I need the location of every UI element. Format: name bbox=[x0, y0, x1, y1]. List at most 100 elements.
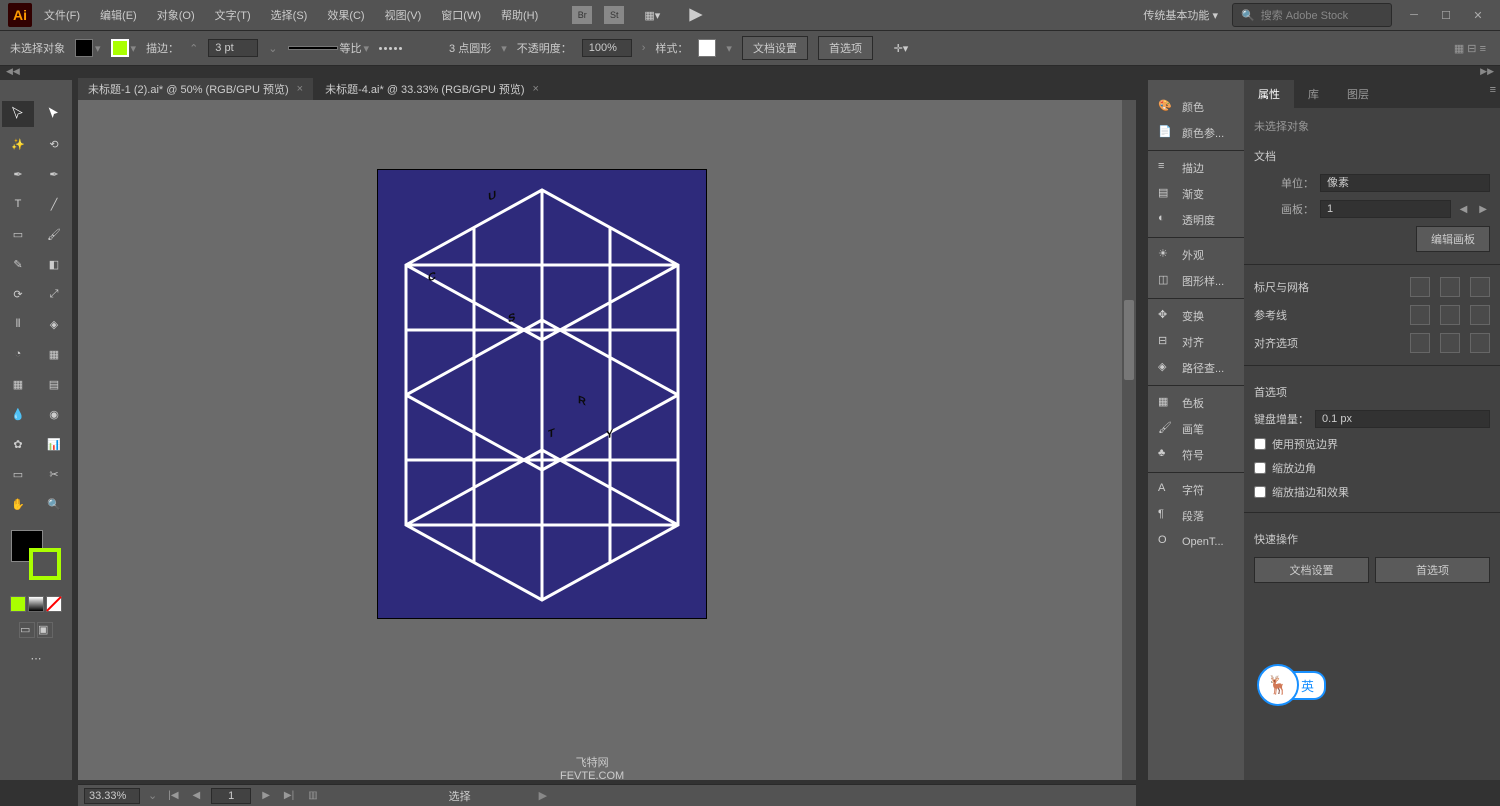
zoom-tool[interactable]: 🔍 bbox=[38, 491, 70, 517]
scale-strokes-checkbox[interactable]: 缩放描边和效果 bbox=[1254, 484, 1490, 500]
arrange-icon[interactable]: ▦▾ bbox=[636, 2, 668, 28]
magic-wand-tool[interactable]: ✨ bbox=[2, 131, 34, 157]
symbol-sprayer-tool[interactable]: ✿ bbox=[2, 431, 34, 457]
panel-pathf[interactable]: ◈路径查... bbox=[1148, 355, 1244, 381]
perspective-tool[interactable]: ▦ bbox=[38, 341, 70, 367]
menu-select[interactable]: 选择(S) bbox=[263, 3, 316, 27]
tab-properties[interactable]: 属性 bbox=[1244, 80, 1294, 108]
line-tool[interactable]: ╱ bbox=[38, 191, 70, 217]
gradient-tool[interactable]: ▤ bbox=[38, 371, 70, 397]
smart-guides-icon[interactable] bbox=[1440, 305, 1460, 325]
panel-sun[interactable]: ☀外观 bbox=[1148, 242, 1244, 268]
lock-guides-icon[interactable] bbox=[1470, 305, 1490, 325]
maximize-button[interactable]: ☐ bbox=[1432, 6, 1460, 24]
type-tool[interactable]: T bbox=[2, 191, 34, 217]
free-transform-tool[interactable]: ◈ bbox=[38, 311, 70, 337]
panel-swatch[interactable]: ▦色板 bbox=[1148, 390, 1244, 416]
menu-effect[interactable]: 效果(C) bbox=[319, 3, 372, 27]
close-button[interactable]: ✕ bbox=[1464, 6, 1492, 24]
panel-brush[interactable]: 🖌画笔 bbox=[1148, 416, 1244, 442]
eraser-tool[interactable]: ◧ bbox=[38, 251, 70, 277]
panel-para[interactable]: ¶段落 bbox=[1148, 503, 1244, 529]
gradient-mode[interactable] bbox=[28, 596, 44, 612]
dock-collapse-left[interactable]: ◀◀ bbox=[6, 66, 20, 80]
artboard-nav-icon[interactable]: ▥ bbox=[305, 790, 320, 801]
tab-libraries[interactable]: 库 bbox=[1294, 80, 1333, 108]
next-page-icon[interactable]: ▶ bbox=[259, 790, 273, 801]
eyedropper-tool[interactable]: 💧 bbox=[2, 401, 34, 427]
canvas[interactable]: U R C S T Y O II bbox=[78, 100, 1136, 780]
document-setup-button[interactable]: 文档设置 bbox=[742, 36, 808, 60]
hand-tool[interactable]: ✋ bbox=[2, 491, 34, 517]
selection-tool[interactable] bbox=[2, 101, 34, 127]
vertical-scrollbar[interactable] bbox=[1122, 100, 1136, 780]
snap-grid-icon[interactable] bbox=[1440, 333, 1460, 353]
opacity-input[interactable] bbox=[582, 39, 632, 57]
bridge-icon[interactable]: Br bbox=[572, 6, 592, 24]
menu-window[interactable]: 窗口(W) bbox=[433, 3, 489, 27]
curvature-tool[interactable]: ✒ bbox=[38, 161, 70, 187]
panel-align[interactable]: ⊟对齐 bbox=[1148, 329, 1244, 355]
panel-trans[interactable]: ◐透明度 bbox=[1148, 207, 1244, 233]
minimize-button[interactable]: ─ bbox=[1400, 6, 1428, 24]
document-tab[interactable]: 未标题-1 (2).ai* @ 50% (RGB/GPU 预览)× bbox=[78, 78, 313, 100]
snap-pixel-icon[interactable] bbox=[1470, 333, 1490, 353]
stroke-weight[interactable] bbox=[208, 39, 258, 57]
align-icons[interactable]: ▦ ⊟ ≡ bbox=[1450, 38, 1490, 59]
ime-indicator[interactable]: 🦌 英 bbox=[1257, 664, 1326, 706]
color-mode[interactable] bbox=[10, 596, 26, 612]
screen-mode[interactable]: ▣ bbox=[37, 622, 53, 638]
edit-toolbar[interactable]: ⋯ bbox=[20, 645, 52, 671]
graph-tool[interactable]: 📊 bbox=[38, 431, 70, 457]
blend-tool[interactable]: ◉ bbox=[38, 401, 70, 427]
zoom-input[interactable] bbox=[84, 788, 140, 804]
grid-icon[interactable] bbox=[1440, 277, 1460, 297]
preview-bounds-checkbox[interactable]: 使用预览边界 bbox=[1254, 436, 1490, 452]
menu-help[interactable]: 帮助(H) bbox=[493, 3, 546, 27]
next-artboard-icon[interactable]: ▶ bbox=[1476, 204, 1490, 215]
panel-lines[interactable]: ≡描边 bbox=[1148, 155, 1244, 181]
panel-char[interactable]: A字符 bbox=[1148, 477, 1244, 503]
rectangle-tool[interactable]: ▭ bbox=[2, 221, 34, 247]
none-mode[interactable] bbox=[46, 596, 62, 612]
scale-tool[interactable]: ⤢ bbox=[38, 281, 70, 307]
prev-page-icon[interactable]: ◀ bbox=[190, 790, 204, 801]
menu-object[interactable]: 对象(O) bbox=[149, 3, 203, 27]
menu-view[interactable]: 视图(V) bbox=[377, 3, 430, 27]
menu-edit[interactable]: 编辑(E) bbox=[92, 3, 145, 27]
screen-mode[interactable]: ▭ bbox=[19, 622, 35, 638]
artboard-select[interactable]: 1 bbox=[1320, 200, 1451, 218]
slice-tool[interactable]: ✂ bbox=[38, 461, 70, 487]
transparency-grid-icon[interactable] bbox=[1470, 277, 1490, 297]
menu-type[interactable]: 文字(T) bbox=[207, 3, 259, 27]
pen-tool[interactable]: ✒ bbox=[2, 161, 34, 187]
panel-palette[interactable]: 🎨颜色 bbox=[1148, 94, 1244, 120]
stock-icon[interactable]: St bbox=[604, 6, 624, 24]
guides-icon[interactable] bbox=[1410, 305, 1430, 325]
panel-transform[interactable]: ✥变换 bbox=[1148, 303, 1244, 329]
fill-stroke-indicator[interactable] bbox=[11, 530, 61, 580]
panel-guide[interactable]: 📄颜色参... bbox=[1148, 120, 1244, 146]
edit-artboards-button[interactable]: 编辑画板 bbox=[1416, 226, 1490, 252]
panel-gstyle[interactable]: ◫图形样... bbox=[1148, 268, 1244, 294]
preferences-button[interactable]: 首选项 bbox=[818, 36, 873, 60]
scale-corners-checkbox[interactable]: 缩放边角 bbox=[1254, 460, 1490, 476]
stroke-swatch[interactable] bbox=[111, 39, 129, 57]
stroke-style-preview[interactable] bbox=[288, 46, 338, 50]
crosshair-icon[interactable]: ✛▾ bbox=[885, 35, 917, 61]
snap-point-icon[interactable] bbox=[1410, 333, 1430, 353]
artboard-tool[interactable]: ▭ bbox=[2, 461, 34, 487]
panel-ot[interactable]: OOpenT... bbox=[1148, 529, 1244, 555]
close-tab-icon[interactable]: × bbox=[297, 83, 303, 95]
unit-select[interactable]: 像素 bbox=[1320, 174, 1490, 192]
workspace-switcher[interactable]: 传统基本功能 ▾ bbox=[1137, 5, 1224, 25]
panel-symbol[interactable]: ♣符号 bbox=[1148, 442, 1244, 468]
ruler-icon[interactable] bbox=[1410, 277, 1430, 297]
search-input[interactable]: 🔍搜索 Adobe Stock bbox=[1232, 3, 1392, 27]
lasso-tool[interactable]: ⟲ bbox=[38, 131, 70, 157]
quick-doc-setup-button[interactable]: 文档设置 bbox=[1254, 557, 1369, 583]
mesh-tool[interactable]: ▦ bbox=[2, 371, 34, 397]
shaper-tool[interactable]: ✎ bbox=[2, 251, 34, 277]
first-page-icon[interactable]: |◀ bbox=[165, 790, 181, 801]
shape-builder-tool[interactable]: ◔ bbox=[2, 341, 34, 367]
